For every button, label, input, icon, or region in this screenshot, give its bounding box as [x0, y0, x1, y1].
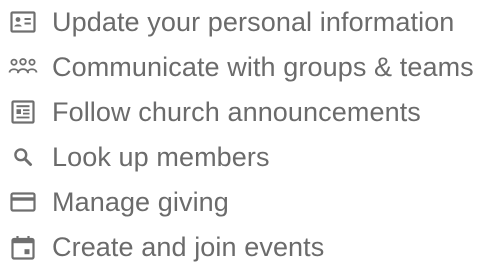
- newspaper-icon: [8, 97, 38, 127]
- feature-item-groups: Communicate with groups & teams: [0, 47, 474, 87]
- feature-label: Update your personal information: [52, 7, 455, 37]
- calendar-icon: [8, 232, 38, 262]
- feature-item-members: Look up members: [0, 137, 270, 177]
- feature-item-giving: Manage giving: [0, 182, 229, 222]
- feature-label: Follow church announcements: [52, 97, 421, 127]
- feature-label: Create and join events: [52, 232, 325, 262]
- id-card-icon: [8, 7, 38, 37]
- feature-item-announcements: Follow church announcements: [0, 92, 421, 132]
- feature-label: Manage giving: [52, 187, 229, 217]
- credit-card-icon: [8, 187, 38, 217]
- feature-label: Communicate with groups & teams: [52, 52, 474, 82]
- feature-label: Look up members: [52, 142, 270, 172]
- feature-item-personal-info: Update your personal information: [0, 2, 454, 42]
- feature-item-events: Create and join events: [0, 227, 324, 267]
- feature-list: Update your personal information Communi…: [0, 0, 495, 263]
- search-icon: [8, 142, 38, 172]
- people-group-icon: [8, 52, 38, 82]
